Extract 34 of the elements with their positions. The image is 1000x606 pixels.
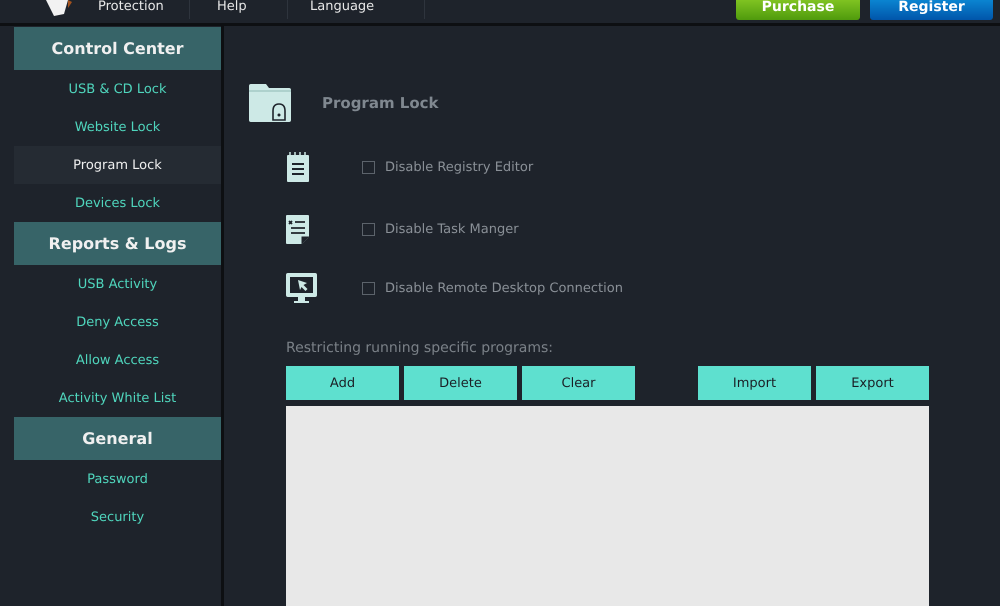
list-button[interactable]: Export — [816, 366, 929, 400]
option-label: Disable Remote Desktop Connection — [385, 280, 623, 296]
document-list-icon — [286, 214, 309, 244]
sidebar-item[interactable]: Password — [14, 460, 221, 498]
section-header: General — [14, 417, 221, 460]
option-label: Disable Registry Editor — [385, 160, 534, 174]
monitor-cursor-icon — [286, 272, 317, 304]
logo-icon — [46, 0, 72, 16]
sidebar-item[interactable]: Allow Access — [14, 341, 221, 379]
restrict-label: Restricting running specific programs: — [286, 340, 554, 356]
section-header: Reports & Logs — [14, 222, 221, 265]
checkbox[interactable] — [362, 160, 375, 174]
option-label: Disable Task Manger — [385, 222, 519, 236]
page-title: Program Lock — [322, 94, 439, 112]
notepad-icon — [286, 152, 310, 182]
sidebar-item[interactable]: USB Activity — [14, 265, 221, 303]
list-button[interactable]: Import — [698, 366, 811, 400]
menu-item[interactable]: Help — [192, 0, 288, 19]
folder-lock-icon — [248, 84, 292, 122]
menu-item[interactable]: Language — [290, 0, 425, 19]
sidebar-item[interactable]: Program Lock — [14, 146, 221, 184]
list-button[interactable]: Add — [286, 366, 399, 400]
sidebar-item[interactable]: USB & CD Lock — [14, 70, 221, 108]
section-header: Control Center — [14, 27, 221, 70]
list-button[interactable]: Delete — [404, 366, 517, 400]
sidebar-item[interactable]: Devices Lock — [14, 184, 221, 222]
sidebar-item[interactable]: Deny Access — [14, 303, 221, 341]
sidebar-item[interactable]: Website Lock — [14, 108, 221, 146]
menu-item[interactable]: Protection — [98, 0, 190, 19]
list-button[interactable]: Clear — [522, 366, 635, 400]
sidebar-item[interactable]: Security — [14, 498, 221, 536]
sidebar-item[interactable]: Activity White List — [14, 379, 221, 417]
checkbox[interactable] — [362, 282, 375, 294]
checkbox[interactable] — [362, 222, 375, 236]
